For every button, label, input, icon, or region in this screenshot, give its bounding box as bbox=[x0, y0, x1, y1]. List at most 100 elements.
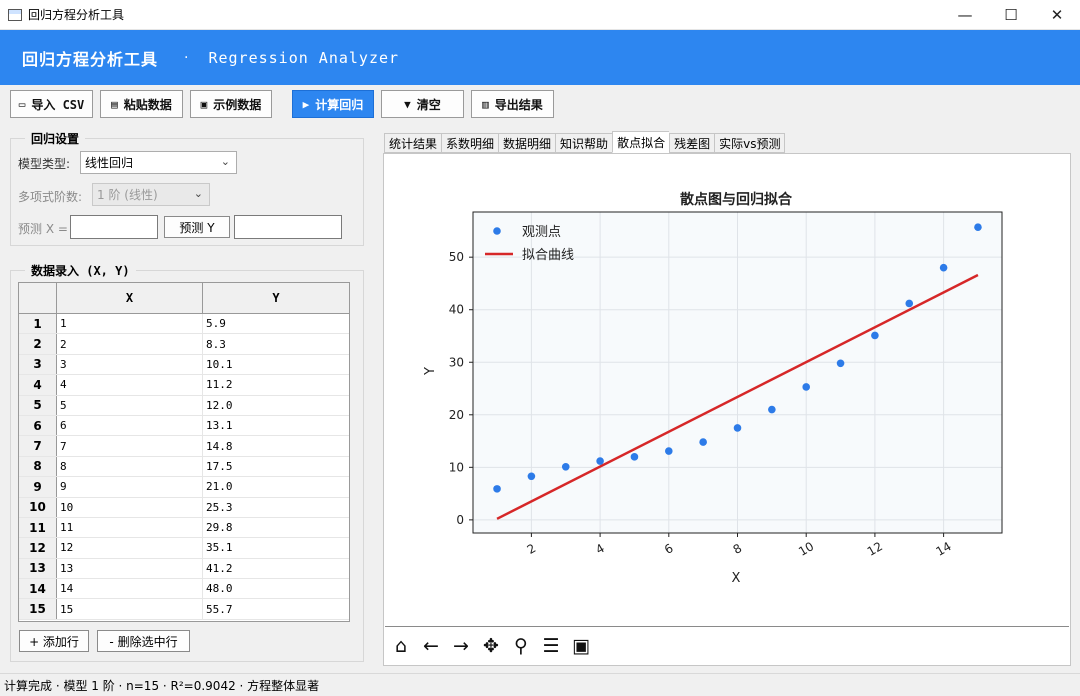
add-row-button[interactable]: + 添加行 bbox=[19, 630, 89, 652]
cell-y[interactable]: 29.8 bbox=[203, 518, 349, 537]
row-header[interactable]: 9 bbox=[19, 477, 57, 497]
column-header-y[interactable]: Y bbox=[203, 283, 349, 313]
scatter-point bbox=[836, 359, 845, 368]
home-icon[interactable]: ⌂ bbox=[391, 635, 411, 657]
row-header[interactable]: 12 bbox=[19, 538, 57, 558]
tab-4[interactable]: 散点拟合 bbox=[612, 131, 670, 153]
cell-x[interactable]: 8 bbox=[57, 456, 203, 477]
row-header[interactable]: 5 bbox=[19, 395, 57, 415]
table-corner[interactable] bbox=[19, 283, 57, 313]
paste-data-button[interactable]: ▤ 粘贴数据 bbox=[100, 90, 183, 118]
table-row[interactable]: 5 5 12.0 bbox=[19, 395, 349, 416]
row-header[interactable]: 7 bbox=[19, 436, 57, 456]
cell-x[interactable]: 9 bbox=[57, 477, 203, 497]
data-table[interactable]: X Y 1 1 5.9 2 2 8.3 3 3 10.1 4 4 11.2 5 5 12.0 6 6 13.1 7 7… bbox=[18, 282, 350, 622]
cell-y[interactable]: 35.1 bbox=[203, 538, 349, 557]
row-header[interactable]: 11 bbox=[19, 517, 57, 538]
table-row[interactable]: 9 9 21.0 bbox=[19, 477, 349, 498]
forward-arrow-icon[interactable]: → bbox=[451, 635, 471, 657]
cell-y[interactable]: 17.5 bbox=[203, 457, 349, 476]
tab-0[interactable]: 统计结果 bbox=[384, 133, 442, 153]
table-row[interactable]: 6 6 13.1 bbox=[19, 415, 349, 437]
cell-x[interactable]: 7 bbox=[57, 436, 203, 456]
close-icon[interactable]: ✕ bbox=[1034, 0, 1080, 30]
predict-y-button[interactable]: 预测 Y bbox=[164, 216, 230, 238]
row-header[interactable]: 8 bbox=[19, 456, 57, 477]
predict-x-input[interactable] bbox=[70, 215, 158, 239]
column-header-x[interactable]: X bbox=[57, 283, 203, 313]
tab-6[interactable]: 实际vs预测 bbox=[714, 133, 786, 153]
minimize-icon[interactable]: — bbox=[942, 0, 988, 30]
table-row[interactable]: 15 15 55.7 bbox=[19, 599, 349, 620]
table-row[interactable]: 7 7 14.8 bbox=[19, 436, 349, 457]
table-row[interactable]: 13 13 41.2 bbox=[19, 558, 349, 580]
cell-x[interactable]: 10 bbox=[57, 497, 203, 517]
tab-2[interactable]: 数据明细 bbox=[498, 133, 556, 153]
table-row[interactable]: 10 10 25.3 bbox=[19, 497, 349, 518]
cell-y[interactable]: 11.2 bbox=[203, 375, 349, 394]
cell-x[interactable]: 14 bbox=[57, 579, 203, 599]
example-data-button[interactable]: ▣ 示例数据 bbox=[190, 90, 272, 118]
legend-label: 拟合曲线 bbox=[522, 248, 574, 263]
cell-x[interactable]: 3 bbox=[57, 354, 203, 375]
cell-x[interactable]: 2 bbox=[57, 334, 203, 354]
row-header[interactable]: 4 bbox=[19, 375, 57, 395]
model-type-select[interactable]: 线性回归 ⌄ bbox=[80, 151, 237, 174]
export-results-button[interactable]: ▥ 导出结果 bbox=[471, 90, 554, 118]
row-header[interactable]: 15 bbox=[19, 599, 57, 619]
table-row[interactable]: 8 8 17.5 bbox=[19, 456, 349, 478]
chevron-down-icon: ⌄ bbox=[193, 187, 203, 200]
degree-select[interactable]: 1 阶 (线性) ⌄ bbox=[92, 183, 210, 206]
scatter-point bbox=[871, 331, 879, 340]
cell-y[interactable]: 55.7 bbox=[203, 599, 349, 618]
table-row[interactable]: 3 3 10.1 bbox=[19, 354, 349, 376]
pan-icon[interactable]: ✥ bbox=[481, 635, 501, 657]
zoom-icon[interactable]: ⚲ bbox=[511, 635, 531, 657]
table-row[interactable]: 14 14 48.0 bbox=[19, 579, 349, 600]
cell-y[interactable]: 5.9 bbox=[203, 314, 349, 333]
scatter-point bbox=[699, 438, 707, 446]
table-row[interactable]: 4 4 11.2 bbox=[19, 375, 349, 396]
tab-3[interactable]: 知识帮助 bbox=[555, 133, 613, 153]
cell-y[interactable]: 12.0 bbox=[203, 396, 349, 415]
table-row[interactable]: 2 2 8.3 bbox=[19, 334, 349, 355]
row-header[interactable]: 2 bbox=[19, 334, 57, 354]
row-header[interactable]: 13 bbox=[19, 558, 57, 579]
table-row[interactable]: 1 1 5.9 bbox=[19, 314, 349, 335]
cell-x[interactable]: 11 bbox=[57, 517, 203, 538]
tab-5[interactable]: 残差图 bbox=[669, 133, 715, 153]
cell-x[interactable]: 13 bbox=[57, 558, 203, 579]
cell-x[interactable]: 5 bbox=[57, 395, 203, 415]
compute-regression-button[interactable]: ▶ 计算回归 bbox=[292, 90, 374, 118]
cell-x[interactable]: 15 bbox=[57, 599, 203, 619]
cell-x[interactable]: 1 bbox=[57, 314, 203, 334]
cell-y[interactable]: 41.2 bbox=[203, 559, 349, 578]
row-header[interactable]: 1 bbox=[19, 314, 57, 334]
cell-y[interactable]: 25.3 bbox=[203, 498, 349, 517]
clear-button[interactable]: ▼ 清空 bbox=[381, 90, 464, 118]
cell-x[interactable]: 12 bbox=[57, 538, 203, 558]
cell-y[interactable]: 8.3 bbox=[203, 334, 349, 353]
cell-y[interactable]: 14.8 bbox=[203, 436, 349, 455]
row-header[interactable]: 10 bbox=[19, 497, 57, 517]
save-icon[interactable]: ▣ bbox=[571, 635, 591, 657]
row-header[interactable]: 3 bbox=[19, 354, 57, 375]
import-csv-button[interactable]: ▭ 导入 CSV bbox=[10, 90, 93, 118]
maximize-icon[interactable]: ☐ bbox=[988, 0, 1034, 30]
table-row[interactable]: 12 12 35.1 bbox=[19, 538, 349, 559]
cell-x[interactable]: 6 bbox=[57, 415, 203, 436]
delete-row-button[interactable]: - 删除选中行 bbox=[97, 630, 190, 652]
cell-x[interactable]: 4 bbox=[57, 375, 203, 395]
chevron-down-icon: ⌄ bbox=[220, 155, 230, 168]
row-header[interactable]: 14 bbox=[19, 579, 57, 599]
row-header[interactable]: 6 bbox=[19, 415, 57, 436]
cell-y[interactable]: 13.1 bbox=[203, 416, 349, 435]
tab-1[interactable]: 系数明细 bbox=[441, 133, 499, 153]
cell-y[interactable]: 10.1 bbox=[203, 355, 349, 374]
predict-y-output[interactable] bbox=[234, 215, 342, 239]
cell-y[interactable]: 21.0 bbox=[203, 477, 349, 496]
configure-subplots-icon[interactable]: ☰ bbox=[541, 635, 561, 657]
table-row[interactable]: 11 11 29.8 bbox=[19, 517, 349, 539]
back-arrow-icon[interactable]: ← bbox=[421, 635, 441, 657]
cell-y[interactable]: 48.0 bbox=[203, 579, 349, 598]
